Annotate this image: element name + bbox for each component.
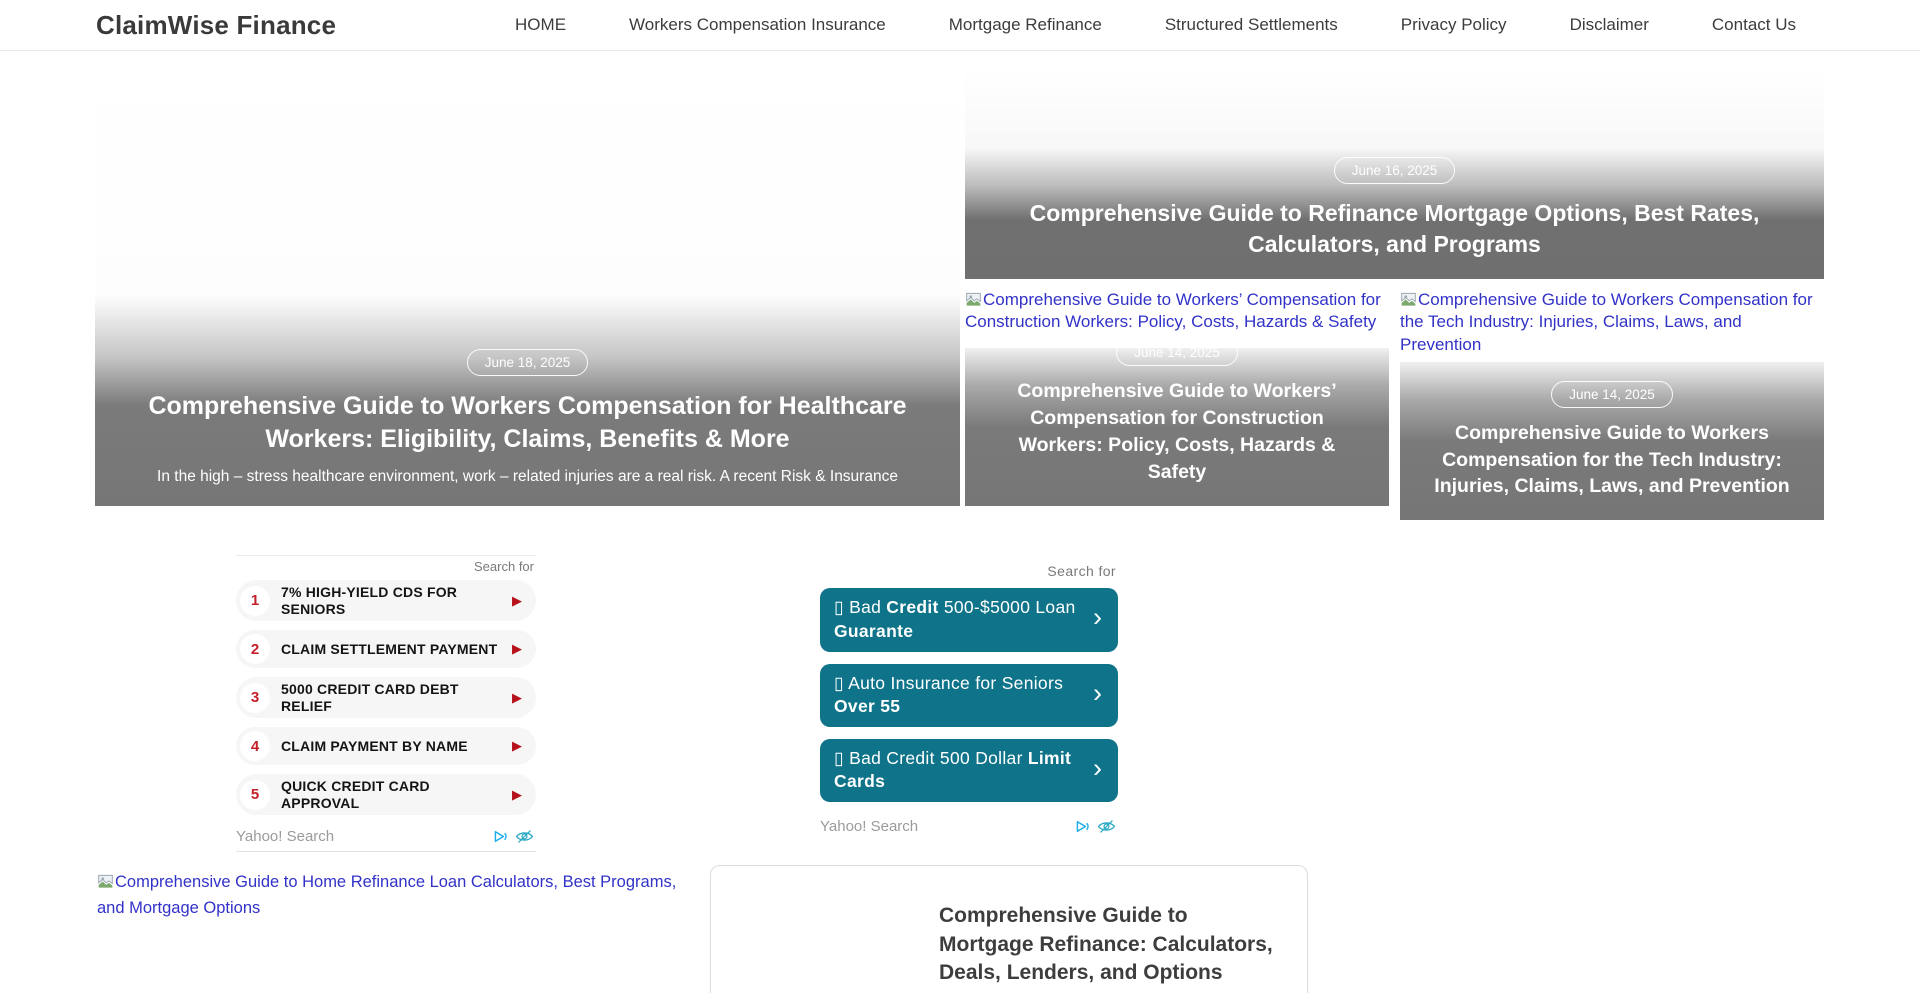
ad-link-quick-credit-card-approval[interactable]: 5 QUICK CREDIT CARD APPROVAL ▶ [236, 774, 536, 815]
nav-item-privacy-policy[interactable]: Privacy Policy [1401, 15, 1507, 35]
rank-number: 1 [240, 586, 270, 616]
ad-attribution-bar: Yahoo! Search [820, 814, 1118, 841]
ad-attribution-bar: Yahoo! Search [236, 824, 536, 852]
rank-number: 4 [240, 731, 270, 761]
ad-link-label: CLAIM PAYMENT BY NAME [270, 738, 512, 755]
arrow-right-icon: ▶ [512, 593, 522, 609]
article-date-badge: June 16, 2025 [1334, 157, 1456, 184]
ad-link-label: ▯ Auto Insurance for Seniors Over 55 [834, 672, 1085, 719]
article-title: Comprehensive Guide to Workers’ Compensa… [987, 378, 1367, 486]
chevron-right-icon: › [1085, 604, 1106, 635]
secondary-posts-column: June 16, 2025 Comprehensive Guide to Ref… [965, 67, 1824, 520]
top-navigation: ClaimWise Finance HOME Workers Compensat… [0, 0, 1920, 51]
ad-link-label: 5000 CREDIT CARD DEBT RELIEF [270, 681, 512, 714]
nav-item-home[interactable]: HOME [515, 15, 566, 35]
broken-image-icon [965, 292, 982, 307]
nav-item-workers-compensation-insurance[interactable]: Workers Compensation Insurance [629, 15, 886, 35]
article-title: Comprehensive Guide to Workers Compensat… [1422, 420, 1802, 501]
featured-article-excerpt: In the high – stress healthcare environm… [157, 466, 898, 488]
ad-link-claim-settlement-payment[interactable]: 2 CLAIM SETTLEMENT PAYMENT ▶ [236, 630, 536, 668]
ad-link-500-dollar-limit-cards[interactable]: ▯ Bad Credit 500 Dollar Limit Cards › [820, 739, 1118, 802]
ad-link-high-yield-cds[interactable]: 1 7% HIGH-YIELD CDS FOR SENIORS ▶ [236, 580, 536, 621]
nav-item-structured-settlements[interactable]: Structured Settlements [1165, 15, 1338, 35]
ad-controls [493, 829, 534, 844]
search-for-label: Search for [820, 560, 1118, 588]
search-for-label: Search for [236, 555, 536, 580]
arrow-right-icon: ▶ [512, 641, 522, 657]
site-logo[interactable]: ClaimWise Finance [96, 10, 336, 41]
nav-menu: HOME Workers Compensation Insurance Mort… [515, 15, 1796, 35]
ad-link-label: 7% HIGH-YIELD CDS FOR SENIORS [270, 584, 512, 617]
secondary-article-title: Comprehensive Guide to Refinance Mortgag… [1005, 198, 1784, 259]
ad-link-auto-insurance-seniors[interactable]: ▯ Auto Insurance for Seniors Over 55 › [820, 664, 1118, 727]
article-date-badge: June 14, 2025 [1551, 381, 1673, 408]
adchoices-icon[interactable] [493, 829, 509, 844]
adchoices-icon[interactable] [1075, 819, 1091, 834]
more-articles-section: Comprehensive Guide to Home Refinance Lo… [0, 865, 1920, 993]
ad-link-label: ▯ Bad Credit 500 Dollar Limit Cards [834, 747, 1085, 794]
ad-feedback-eye-icon[interactable] [1097, 819, 1116, 834]
ad-link-bad-credit-loan[interactable]: ▯ Bad Credit 500-$5000 Loan Guarante › [820, 588, 1118, 651]
nav-item-contact-us[interactable]: Contact Us [1712, 15, 1796, 35]
ad-feedback-eye-icon[interactable] [515, 829, 534, 844]
broken-image-alt-link[interactable]: Comprehensive Guide to Home Refinance Lo… [97, 870, 687, 921]
ad-link-label: CLAIM SETTLEMENT PAYMENT [270, 641, 512, 658]
ad-link-credit-card-debt-relief[interactable]: 3 5000 CREDIT CARD DEBT RELIEF ▶ [236, 677, 536, 718]
card-image-overlay: June 14, 2025 Comprehensive Guide to Wor… [1400, 362, 1824, 520]
featured-article-card[interactable]: June 18, 2025 Comprehensive Guide to Wor… [95, 67, 960, 506]
broken-image-alt-link[interactable]: Comprehensive Guide to Workers Compensat… [1400, 288, 1824, 362]
article-date-badge: June 14, 2025 [1116, 339, 1238, 366]
featured-posts-section: June 18, 2025 Comprehensive Guide to Wor… [95, 67, 1824, 520]
article-card-construction-workers[interactable]: Comprehensive Guide to Workers’ Compensa… [965, 288, 1389, 520]
card-image-overlay: June 14, 2025 Comprehensive Guide to Wor… [965, 348, 1389, 506]
chevron-right-icon: › [1085, 680, 1106, 711]
alt-text: Comprehensive Guide to Home Refinance Lo… [97, 873, 676, 917]
nav-item-mortgage-refinance[interactable]: Mortgage Refinance [949, 15, 1102, 35]
nav-item-disclaimer[interactable]: Disclaimer [1570, 15, 1649, 35]
ad-controls [1075, 819, 1116, 834]
secondary-article-card[interactable]: June 16, 2025 Comprehensive Guide to Ref… [965, 67, 1824, 279]
article-date-badge: June 18, 2025 [467, 349, 589, 376]
broken-image-icon [1400, 292, 1417, 307]
article-card-tech-industry[interactable]: Comprehensive Guide to Workers Compensat… [1400, 288, 1824, 520]
ad-link-label: QUICK CREDIT CARD APPROVAL [270, 778, 512, 811]
featured-article-title: Comprehensive Guide to Workers Compensat… [128, 390, 928, 456]
ad-link-label: ▯ Bad Credit 500-$5000 Loan Guarante [834, 596, 1085, 643]
rank-number: 5 [240, 780, 270, 810]
yahoo-search-ad-button-list: Search for ▯ Bad Credit 500-$5000 Loan G… [820, 560, 1118, 841]
arrow-right-icon: ▶ [512, 787, 522, 803]
sponsored-search-section: Search for 1 7% HIGH-YIELD CDS FOR SENIO… [0, 555, 1920, 817]
alt-text: Comprehensive Guide to Workers’ Compensa… [965, 290, 1381, 331]
ad-provider-label[interactable]: Yahoo! Search [820, 818, 918, 835]
alt-text: Comprehensive Guide to Workers Compensat… [1400, 290, 1813, 354]
yahoo-search-ad-ranked-list: Search for 1 7% HIGH-YIELD CDS FOR SENIO… [236, 555, 536, 852]
rank-number: 2 [240, 634, 270, 664]
chevron-right-icon: › [1085, 755, 1106, 786]
broken-image-icon [97, 874, 114, 889]
rank-number: 3 [240, 683, 270, 713]
ad-link-claim-payment-by-name[interactable]: 4 CLAIM PAYMENT BY NAME ▶ [236, 727, 536, 765]
mini-cards-row: Comprehensive Guide to Workers’ Compensa… [965, 288, 1824, 520]
arrow-right-icon: ▶ [512, 690, 522, 706]
ad-provider-label[interactable]: Yahoo! Search [236, 828, 334, 845]
article-title: Comprehensive Guide to Mortgage Refinanc… [939, 902, 1283, 987]
arrow-right-icon: ▶ [512, 738, 522, 754]
article-card-mortgage-refinance[interactable]: Comprehensive Guide to Mortgage Refinanc… [710, 865, 1308, 993]
